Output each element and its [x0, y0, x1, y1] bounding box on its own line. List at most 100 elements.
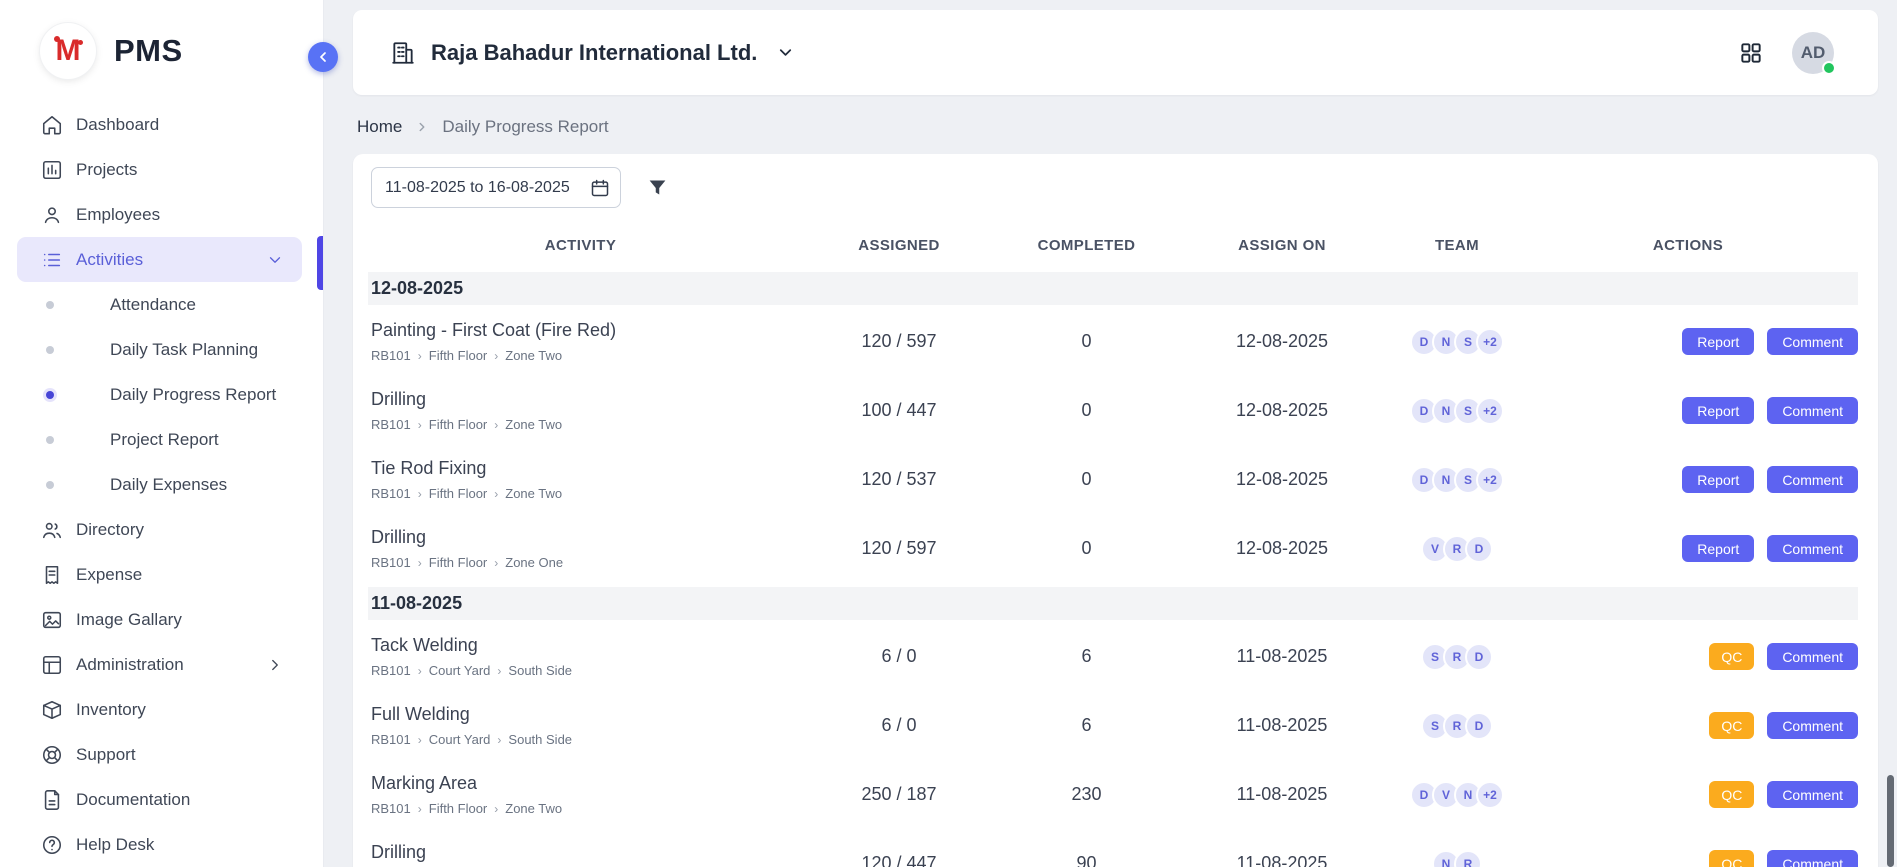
table-row: DrillingRB101›Fifth Floor›Zone Two100 / … [368, 376, 1858, 445]
sidebar-item-image-gallary[interactable]: Image Gallary [17, 597, 302, 642]
path-segment: RB101 [371, 555, 411, 570]
qc-button[interactable]: QC [1709, 712, 1754, 739]
company-selector[interactable]: Raja Bahadur International Ltd. [390, 40, 795, 66]
comment-button[interactable]: Comment [1767, 850, 1858, 867]
path-segment: RB101 [371, 486, 411, 501]
table-row: Tie Rod FixingRB101›Fifth Floor›Zone Two… [368, 445, 1858, 514]
sidebar-item-documentation[interactable]: Documentation [17, 777, 302, 822]
topbar-right: AD [1738, 32, 1834, 74]
group-date: 12-08-2025 [371, 278, 463, 299]
admin-icon [41, 654, 63, 676]
user-avatar[interactable]: AD [1792, 32, 1834, 74]
qc-button[interactable]: QC [1709, 850, 1754, 867]
column-header-assigned: ASSIGNED [793, 237, 1005, 254]
sidebar-item-directory[interactable]: Directory [17, 507, 302, 552]
report-button[interactable]: Report [1682, 535, 1754, 562]
sidebar-item-daily-progress-report[interactable]: Daily Progress Report [17, 372, 302, 417]
chevron-right-icon: › [418, 803, 422, 815]
user-icon [41, 204, 63, 226]
sidebar-item-project-report[interactable]: Project Report [17, 417, 302, 462]
date-range-input[interactable] [371, 167, 621, 208]
activity-cell: Painting - First Coat (Fire Red)RB101›Fi… [368, 320, 793, 363]
comment-button[interactable]: Comment [1767, 535, 1858, 562]
scrollbar-thumb[interactable] [1887, 775, 1894, 867]
receipt-icon [41, 564, 63, 586]
column-header-activity: ACTIVITY [368, 237, 793, 254]
comment-button[interactable]: Comment [1767, 781, 1858, 808]
filter-row [368, 167, 1858, 208]
completed-value: 0 [1005, 331, 1168, 352]
completed-value: 0 [1005, 469, 1168, 490]
actions-cell: QC Comment [1518, 781, 1858, 808]
activity-path: RB101›Fifth Floor›Zone Two [371, 348, 793, 363]
sidebar-item-label: Inventory [76, 700, 146, 720]
assign-on-value: 12-08-2025 [1168, 538, 1396, 559]
logo-icon: M [40, 23, 96, 79]
sidebar-item-label: Administration [76, 655, 184, 675]
sidebar-item-projects[interactable]: Projects [17, 147, 302, 192]
path-segment: Fifth Floor [429, 417, 488, 432]
apps-grid-icon[interactable] [1738, 40, 1764, 66]
actions-cell: Report Comment [1518, 328, 1858, 355]
sidebar-item-daily-expenses[interactable]: Daily Expenses [17, 462, 302, 507]
activity-name: Drilling [371, 842, 793, 863]
team-cell: NR [1396, 850, 1518, 867]
bullet-icon [46, 346, 54, 354]
kanban-icon [41, 159, 63, 181]
sidebar-item-support[interactable]: Support [17, 732, 302, 777]
comment-button[interactable]: Comment [1767, 643, 1858, 670]
sidebar-item-label: Dashboard [76, 115, 159, 135]
report-button[interactable]: Report [1682, 466, 1754, 493]
team-cell: VRD [1396, 535, 1518, 563]
path-segment: Fifth Floor [429, 348, 488, 363]
activity-name: Tack Welding [371, 635, 793, 656]
sidebar-item-employees[interactable]: Employees [17, 192, 302, 237]
comment-button[interactable]: Comment [1767, 712, 1858, 739]
filter-funnel-icon[interactable] [647, 177, 668, 198]
breadcrumb-home[interactable]: Home [357, 117, 402, 137]
chevron-right-icon: › [494, 419, 498, 431]
sidebar-item-help-desk[interactable]: Help Desk [17, 822, 302, 867]
sidebar-item-activities[interactable]: Activities [17, 237, 302, 282]
column-header-actions: ACTIONS [1518, 237, 1858, 254]
sidebar-item-inventory[interactable]: Inventory [17, 687, 302, 732]
team-more-badge: +2 [1476, 397, 1504, 425]
chevron-down-icon [776, 43, 795, 62]
report-button[interactable]: Report [1682, 328, 1754, 355]
qc-button[interactable]: QC [1709, 643, 1754, 670]
sidebar-item-attendance[interactable]: Attendance [17, 282, 302, 327]
activity-cell: DrillingRB101›Fifth Floor›Zone Two [368, 389, 793, 432]
comment-button[interactable]: Comment [1767, 466, 1858, 493]
actions-cell: Report Comment [1518, 397, 1858, 424]
assign-on-value: 12-08-2025 [1168, 331, 1396, 352]
sidebar-collapse-button[interactable] [308, 42, 338, 72]
logo-letter: M [56, 34, 81, 68]
actions-cell: Report Comment [1518, 535, 1858, 562]
docs-icon [41, 789, 63, 811]
sidebar-item-expense[interactable]: Expense [17, 552, 302, 597]
qc-button[interactable]: QC [1709, 781, 1754, 808]
team-cell: SRD [1396, 643, 1518, 671]
activity-cell: Tack WeldingRB101›Court Yard›South Side [368, 635, 793, 678]
path-segment: Zone Two [505, 417, 562, 432]
sidebar-item-dashboard[interactable]: Dashboard [17, 102, 302, 147]
team-more-badge: +2 [1476, 781, 1504, 809]
chevron-right-icon: › [418, 557, 422, 569]
top-header: Raja Bahadur International Ltd. AD [353, 10, 1878, 95]
completed-value: 6 [1005, 646, 1168, 667]
comment-button[interactable]: Comment [1767, 397, 1858, 424]
team-cell: DNS+2 [1396, 397, 1518, 425]
assign-on-value: 12-08-2025 [1168, 400, 1396, 421]
team-cell: DNS+2 [1396, 328, 1518, 356]
bullet-icon [46, 436, 54, 444]
company-name: Raja Bahadur International Ltd. [431, 40, 757, 66]
sidebar-item-daily-task-planning[interactable]: Daily Task Planning [17, 327, 302, 372]
sidebar-item-label: Daily Task Planning [110, 340, 258, 360]
assigned-value: 100 / 447 [793, 400, 1005, 421]
report-button[interactable]: Report [1682, 397, 1754, 424]
sidebar-item-label: Expense [76, 565, 142, 585]
table-row: DrillingRB101›Fifth Floor›Zone One120 / … [368, 514, 1858, 583]
sidebar-item-administration[interactable]: Administration [17, 642, 302, 687]
comment-button[interactable]: Comment [1767, 328, 1858, 355]
bullet-icon [46, 481, 54, 489]
